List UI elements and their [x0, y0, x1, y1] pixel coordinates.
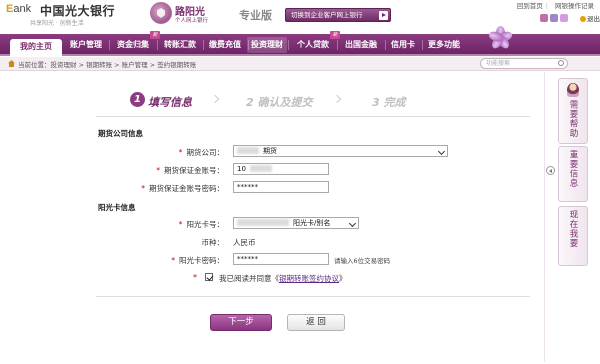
step-number: 1 — [130, 92, 145, 107]
divider — [96, 296, 530, 297]
card-section-title: 阳光卡信息 — [98, 203, 136, 212]
theme-pink-button[interactable] — [540, 14, 548, 22]
function-search-input[interactable]: 功能搜索 — [480, 58, 568, 69]
divider — [544, 72, 545, 362]
card-password-input[interactable]: ****** — [233, 253, 329, 265]
nav-personal-loan[interactable]: 个人贷款新 — [290, 31, 340, 53]
power-icon — [580, 16, 586, 22]
margin-account-row: * 期货保证金账号： 10 — [88, 163, 538, 177]
sidebar-i-want-now[interactable]: 现在我要 — [558, 206, 588, 266]
switch-to-corporate-button[interactable]: 切换到企业客户网上银行 — [285, 8, 391, 22]
agreement-row: * 我已阅读并同意《银期转账签约协议》 — [193, 273, 347, 283]
step-3: 3 完成 — [372, 96, 406, 109]
arrow-right-icon — [379, 11, 388, 20]
margin-password-row: * 期货保证金账号密码： ****** — [88, 181, 538, 195]
password-hint: 请输入6位交易密码 — [334, 257, 391, 265]
ebank-logo[interactable]: Eank — [6, 3, 31, 15]
collapse-sidebar-icon[interactable] — [546, 166, 555, 175]
next-button[interactable]: 下一步 — [210, 314, 272, 331]
search-icon[interactable] — [558, 60, 564, 66]
chevron-right-icon — [332, 94, 342, 104]
card-password-row: * 阳光卡密码： ****** 请输入6位交易密码 — [171, 253, 391, 265]
seal-icon — [150, 2, 172, 24]
sidebar-help[interactable]: 需要帮助 — [558, 78, 588, 144]
divider — [96, 116, 530, 117]
margin-password-input[interactable]: ****** — [233, 181, 329, 193]
bank-slogan: 共享阳光 · 创新生活 — [30, 20, 84, 27]
futures-section-title: 期货公司信息 — [98, 129, 143, 138]
avatar — [567, 83, 579, 97]
exit-button[interactable]: 退出 — [580, 13, 600, 23]
nav-fund-collection[interactable]: 资金归集新 — [110, 31, 160, 53]
chevron-right-icon — [210, 94, 220, 104]
currency-value: 人民币 — [233, 238, 256, 247]
agree-checkbox[interactable] — [205, 273, 213, 281]
top-links: 回到首页 | 网银操作记录 — [516, 2, 594, 10]
edition-label: 专业版 — [239, 9, 272, 22]
back-button[interactable]: 返 回 — [287, 314, 345, 331]
flower-logo-icon — [486, 26, 514, 51]
step-label: 填写信息 — [148, 96, 192, 109]
nav-investment[interactable]: 投资理财 — [247, 37, 289, 53]
nav-credit-card[interactable]: 信用卡 — [385, 37, 423, 53]
agreement-link[interactable]: 银期转账签约协议 — [279, 274, 339, 283]
card-number-select[interactable]: 阳光卡/别名 — [233, 217, 359, 229]
futures-company-row: * 期货公司： 期货 — [88, 145, 538, 159]
futures-company-select[interactable]: 期货 — [233, 145, 448, 157]
theme-switcher — [540, 14, 570, 24]
operation-log-link[interactable]: 网银操作记录 — [555, 2, 594, 10]
sunshine-badge: 路阳光 个人网上银行 — [150, 2, 214, 24]
breadcrumb-text: 当前位置：投资理财 > 银期转账 > 账户管理 > 签约银期转账 — [18, 61, 197, 69]
nav-transfer[interactable]: 转账汇款 — [158, 37, 204, 53]
nav-overseas-finance[interactable]: 出国金融 — [338, 37, 386, 53]
home-icon — [8, 60, 15, 67]
nav-my-home[interactable]: 我的主页 — [10, 39, 62, 56]
card-number-row: * 阳光卡号： 阳光卡/别名 — [88, 217, 538, 231]
nav-payment[interactable]: 缴费充值 — [203, 37, 249, 53]
margin-account-input[interactable]: 10 — [233, 163, 329, 175]
progress-steps: 1 填写信息 2 确认及提交 3 完成 — [88, 90, 538, 112]
theme-purple-button[interactable] — [550, 14, 558, 22]
currency-row: 币种： 人民币 — [201, 238, 256, 247]
theme-lilac-button[interactable] — [560, 14, 568, 22]
step-2: 2 确认及提交 — [246, 96, 313, 109]
bank-name: 中国光大银行 — [40, 4, 116, 18]
home-link[interactable]: 回到首页 — [517, 2, 543, 10]
main-content: 1 填写信息 2 确认及提交 3 完成 期货公司信息 * 期货公司： 期货 * 期货… — [88, 72, 538, 364]
sidebar-important-info[interactable]: 重要信息 — [558, 146, 588, 202]
right-sidebar: 需要帮助 重要信息 现在我要 — [556, 72, 590, 272]
nav-more-functions[interactable]: 更多功能 — [422, 37, 466, 53]
nav-account-management[interactable]: 账户管理 — [64, 37, 110, 53]
